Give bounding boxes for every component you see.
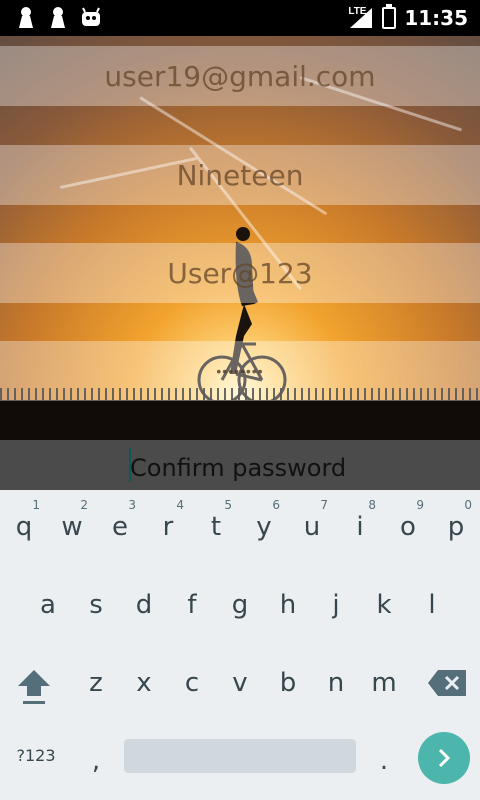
key-label: ?123 <box>16 746 56 765</box>
key-label: b <box>279 668 297 698</box>
next-button[interactable] <box>418 732 470 784</box>
key-label: t <box>210 512 222 542</box>
key-label: a <box>40 590 56 620</box>
key-label: n <box>327 668 345 698</box>
key-number: 1 <box>32 498 40 512</box>
space-bar[interactable] <box>124 739 356 773</box>
soft-keyboard: 1q 2w 3e 4r 5t 6y 7u 8i 9o 0p a s d f g … <box>0 490 480 800</box>
key-number: 7 <box>320 498 328 512</box>
ground <box>0 400 480 440</box>
key-label: g <box>231 590 249 620</box>
key-label: e <box>112 512 128 542</box>
key-m[interactable]: m <box>360 646 408 716</box>
hidden-password-field[interactable]: •••••••• <box>0 341 480 401</box>
key-u[interactable]: 7u <box>288 490 336 560</box>
key-q[interactable]: 1q <box>0 490 48 560</box>
confirm-password-placeholder: Confirm password <box>130 454 347 482</box>
battery-icon <box>382 4 397 29</box>
key-label: p <box>447 512 465 542</box>
key-y[interactable]: 6y <box>240 490 288 560</box>
shift-icon <box>18 670 50 704</box>
key-c[interactable]: c <box>168 646 216 716</box>
system-icons: LTE 11:35 <box>348 4 468 30</box>
password-dots: •••••••• <box>216 363 264 379</box>
key-label: x <box>136 668 152 698</box>
key-label: y <box>256 512 272 542</box>
signal-icon: LTE <box>348 6 374 30</box>
email-field[interactable]: user19@gmail.com <box>0 46 480 106</box>
key-number: 3 <box>128 498 136 512</box>
key-number: 9 <box>416 498 424 512</box>
key-a[interactable]: a <box>24 568 72 638</box>
key-w[interactable]: 2w <box>48 490 96 560</box>
key-label: m <box>371 668 397 698</box>
shift-key[interactable] <box>8 646 60 716</box>
key-p[interactable]: 0p <box>432 490 480 560</box>
key-label: d <box>135 590 153 620</box>
key-number: 6 <box>272 498 280 512</box>
key-label: v <box>232 668 248 698</box>
key-label: , <box>91 746 101 776</box>
confirm-password-field[interactable]: Confirm password <box>0 440 480 490</box>
key-number: 5 <box>224 498 232 512</box>
key-label: . <box>379 746 389 776</box>
key-v[interactable]: v <box>216 646 264 716</box>
key-number: 8 <box>368 498 376 512</box>
keyhole-icon <box>16 6 36 30</box>
symbols-key[interactable]: ?123 <box>4 724 68 794</box>
notification-icons <box>16 6 100 30</box>
key-label: j <box>332 590 340 620</box>
key-r[interactable]: 4r <box>144 490 192 560</box>
key-label: i <box>356 512 364 542</box>
key-j[interactable]: j <box>312 568 360 638</box>
key-label: r <box>162 512 174 542</box>
chevron-right-icon <box>438 748 451 768</box>
key-d[interactable]: d <box>120 568 168 638</box>
key-label: k <box>376 590 392 620</box>
key-b[interactable]: b <box>264 646 312 716</box>
key-number: 2 <box>80 498 88 512</box>
key-n[interactable]: n <box>312 646 360 716</box>
key-label: l <box>428 590 436 620</box>
status-bar: LTE 11:35 <box>0 0 480 36</box>
key-label: z <box>89 668 103 698</box>
key-i[interactable]: 8i <box>336 490 384 560</box>
email-value: user19@gmail.com <box>104 59 376 93</box>
key-e[interactable]: 3e <box>96 490 144 560</box>
key-label: u <box>303 512 321 542</box>
comma-key[interactable]: , <box>72 724 120 794</box>
key-l[interactable]: l <box>408 568 456 638</box>
key-label: f <box>187 590 197 620</box>
password-value: User@123 <box>167 256 313 290</box>
clock: 11:35 <box>404 6 468 30</box>
keyhole-icon <box>48 6 68 30</box>
name-field[interactable]: Nineteen <box>0 145 480 205</box>
backspace-key[interactable] <box>420 646 472 716</box>
network-type: LTE <box>348 6 367 17</box>
period-key[interactable]: . <box>360 724 408 794</box>
android-icon <box>80 6 100 30</box>
key-k[interactable]: k <box>360 568 408 638</box>
key-z[interactable]: z <box>72 646 120 716</box>
key-number: 4 <box>176 498 184 512</box>
key-label: c <box>184 668 200 698</box>
key-label: q <box>15 512 33 542</box>
name-value: Nineteen <box>176 158 304 192</box>
backspace-icon <box>428 670 466 696</box>
key-s[interactable]: s <box>72 568 120 638</box>
key-label: s <box>89 590 103 620</box>
key-number: 0 <box>464 498 472 512</box>
key-f[interactable]: f <box>168 568 216 638</box>
key-x[interactable]: x <box>120 646 168 716</box>
key-h[interactable]: h <box>264 568 312 638</box>
key-label: h <box>279 590 297 620</box>
password-field[interactable]: User@123 <box>0 243 480 303</box>
key-o[interactable]: 9o <box>384 490 432 560</box>
key-t[interactable]: 5t <box>192 490 240 560</box>
key-g[interactable]: g <box>216 568 264 638</box>
key-label: w <box>61 512 83 542</box>
key-label: o <box>400 512 416 542</box>
